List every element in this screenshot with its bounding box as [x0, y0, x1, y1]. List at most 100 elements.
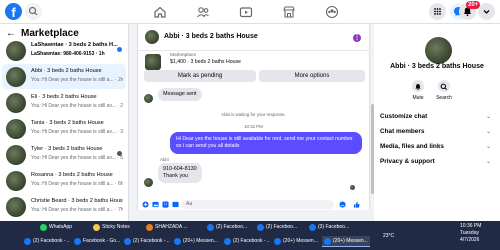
app-icon: [40, 224, 47, 231]
conversation-title: Tania · 3 beds 2 baths House: [31, 120, 104, 126]
more-options-button[interactable]: More options: [259, 70, 365, 82]
conversation-item[interactable]: Abbi · 3 beds 2 baths House You: Hi Dear …: [2, 64, 126, 89]
incoming-message: 910-604-8130 Thank you: [158, 163, 202, 183]
taskbar-app[interactable]: WhatsApp: [38, 222, 88, 233]
message-composer: Aa: [138, 199, 369, 210]
taskbar-window-label: (20+) Messen...: [183, 238, 218, 244]
chevron-down-icon[interactable]: ⌄: [486, 158, 491, 165]
conversation-item[interactable]: Tyler · 3 beds 2 baths House You: Hi Dear…: [2, 142, 126, 167]
app-icon: [257, 224, 264, 231]
like-icon[interactable]: [353, 201, 360, 208]
search-icon: [440, 83, 448, 91]
app-icon: [274, 238, 281, 245]
gif-icon[interactable]: [172, 201, 179, 208]
mark-pending-button[interactable]: Mark as pending: [144, 70, 256, 82]
sticker-icon[interactable]: [162, 201, 169, 208]
profile-avatar[interactable]: [425, 37, 452, 64]
account-button[interactable]: [478, 3, 495, 20]
conversation-preview: You: Hi Dear yes the house is still av..…: [31, 103, 123, 109]
watch-icon[interactable]: [238, 4, 254, 20]
plus-icon[interactable]: [142, 201, 149, 208]
facebook-logo[interactable]: f: [5, 3, 22, 20]
image-icon[interactable]: [152, 201, 159, 208]
clock-time[interactable]: 10:36 PM: [460, 223, 481, 229]
privacy-support-item[interactable]: Privacy & support: [380, 158, 435, 165]
conversation-avatar: [6, 171, 26, 191]
message-sent-bubble: Message sent: [158, 88, 202, 101]
listing-source: Marketplace: [170, 53, 197, 58]
info-icon[interactable]: ⋮: [353, 34, 361, 42]
conversation-preview: You: Hi Dear yes the house is still a...…: [31, 77, 123, 83]
menu-grid-icon: [434, 8, 441, 15]
listing-summary[interactable]: $1,400 · 3 beds 2 baths House: [170, 59, 241, 65]
conversation-avatar: [6, 41, 26, 61]
app-icon: [174, 238, 181, 245]
chat-members-item[interactable]: Chat members: [380, 128, 424, 135]
clock-day[interactable]: Tuesday: [460, 230, 479, 236]
search-button[interactable]: [25, 3, 42, 20]
conversation-details: Abbi · 3 beds 2 baths House Mute Search …: [374, 24, 500, 221]
conversation-preview: You: Hi Dear yes the house is still av..…: [31, 155, 123, 161]
customize-chat-item[interactable]: Customize chat: [380, 113, 427, 120]
clock-date[interactable]: 4/7/2026: [460, 237, 479, 243]
conversation-preview: You: Hi Dear yes the house is still av..…: [31, 129, 123, 135]
taskbar-window[interactable]: (20+) Messen...: [322, 236, 370, 247]
groups-icon[interactable]: [324, 4, 340, 20]
taskbar-app[interactable]: Sticky Notes: [91, 222, 141, 233]
marketplace-icon[interactable]: [281, 4, 297, 20]
taskbar-window[interactable]: (2) Facebook - ...: [122, 236, 170, 247]
search-icon: [28, 6, 38, 16]
search-conversation-button[interactable]: [438, 80, 450, 92]
conversation-item[interactable]: Tania · 3 beds 2 baths House You: Hi Dear…: [2, 116, 126, 141]
taskbar-app[interactable]: (2) Faceboo...: [205, 222, 255, 233]
taskbar-window[interactable]: (2) Facebook - ...: [222, 236, 270, 247]
sender-avatar: [144, 178, 153, 187]
conversation-preview: LaShawntae: 980-406-9153 · 1h: [31, 51, 105, 57]
menu-button[interactable]: [429, 3, 446, 20]
taskbar-window[interactable]: (20+) Messen...: [172, 236, 220, 247]
conversation-avatar: [6, 93, 26, 113]
conversation-item[interactable]: Christie Beard · 3 beds 2 baths House You…: [2, 194, 126, 219]
app-icon: [324, 238, 331, 245]
account-chevron-icon: [483, 10, 490, 14]
taskbar-app[interactable]: (3) Faceboo...: [307, 222, 357, 233]
conversation-title: LaShawntae · 3 beds 2 baths H...: [31, 42, 118, 48]
conversation-item[interactable]: Rosanna · 3 beds 2 baths House You: Hi De…: [2, 168, 126, 193]
chevron-down-icon[interactable]: ⌄: [486, 143, 491, 150]
taskbar-app[interactable]: SHAHZADA ...: [144, 222, 194, 233]
profile-name: Abbi · 3 beds 2 baths House: [390, 63, 484, 70]
taskbar-window[interactable]: (2) Facebook - ...: [22, 236, 70, 247]
media-files-item[interactable]: Media, files and links: [380, 143, 444, 150]
read-receipt-avatar: [350, 185, 355, 190]
conversation-item[interactable]: LaShawntae · 3 beds 2 baths H... LaShawnt…: [2, 38, 126, 63]
taskbar-window[interactable]: (20+) Messen...: [272, 236, 320, 247]
timestamp: 10:31 PM: [244, 124, 263, 129]
app-icon: [224, 238, 231, 245]
listing-thumbnail[interactable]: [145, 54, 161, 70]
message-input[interactable]: Aa: [181, 200, 334, 209]
unread-dot: [117, 47, 122, 52]
mute-button[interactable]: [412, 80, 424, 92]
taskbar-app-label: WhatsApp: [49, 224, 73, 230]
friends-icon[interactable]: [195, 4, 211, 20]
app-icon: [146, 224, 153, 231]
conversation-avatar: [6, 67, 26, 87]
chevron-down-icon[interactable]: ⌄: [486, 128, 491, 135]
outgoing-message: Hi Dear yes the house is still available…: [170, 132, 362, 154]
temperature[interactable]: 23°C: [383, 233, 394, 239]
taskbar-app[interactable]: (2) Faceboo...: [255, 222, 305, 233]
home-icon[interactable]: [152, 4, 168, 20]
incoming-line-1: 910-604-8130: [163, 166, 197, 172]
taskbar-window[interactable]: Facebook - Go...: [72, 236, 120, 247]
taskbar-window-label: (2) Facebook - ...: [133, 238, 170, 244]
conversation-title: Abbi · 3 beds 2 baths House: [31, 68, 102, 74]
incoming-line-2: Thank you: [163, 173, 189, 179]
chat-name[interactable]: Abbi · 3 beds 2 baths House: [164, 33, 258, 40]
windows-taskbar: WhatsApp Sticky Notes SHAHZADA ... (2) Face…: [0, 221, 500, 250]
chevron-down-icon[interactable]: ⌄: [486, 113, 491, 120]
conversation-item[interactable]: Eli · 3 beds 2 baths House You: Hi Dear y…: [2, 90, 126, 115]
sender-label: Abbi: [160, 157, 169, 162]
marketplace-inbox: ← Marketplace LaShawntae · 3 beds 2 baths…: [0, 24, 129, 221]
chat-avatar[interactable]: [145, 30, 159, 44]
emoji-icon[interactable]: [339, 201, 346, 208]
